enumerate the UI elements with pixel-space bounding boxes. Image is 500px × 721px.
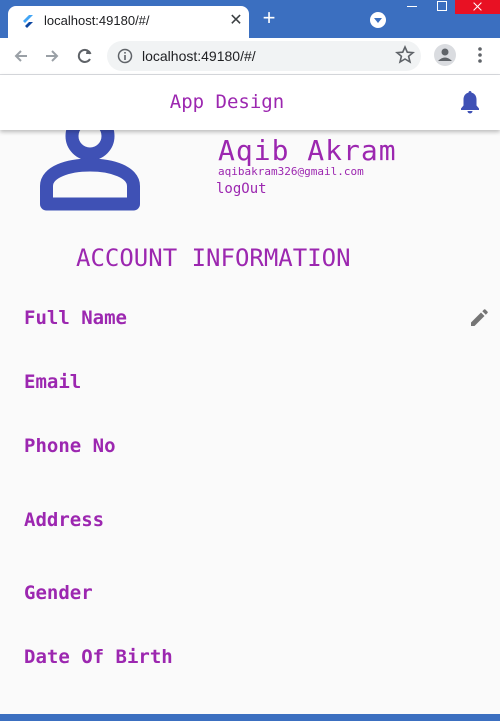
minimize-button[interactable]	[398, 0, 426, 14]
edit-icon[interactable]	[468, 307, 490, 329]
close-window-button[interactable]	[455, 0, 500, 14]
forward-icon[interactable]	[42, 46, 62, 66]
field-date-of-birth: Date Of Birth	[24, 646, 173, 668]
info-icon[interactable]	[117, 48, 133, 64]
tab-title: localhost:49180/#/	[44, 13, 150, 28]
logout-link[interactable]: logOut	[216, 181, 267, 197]
app-bar: App Design	[0, 75, 500, 130]
avatar-icon	[40, 116, 140, 211]
back-icon[interactable]	[11, 46, 31, 66]
field-email: Email	[24, 371, 82, 393]
tab-close-icon[interactable]: ✕	[227, 12, 245, 30]
new-tab-button[interactable]: +	[259, 7, 279, 29]
field-phone: Phone No	[24, 435, 116, 457]
flutter-favicon-icon	[23, 15, 33, 28]
reload-icon[interactable]	[75, 46, 95, 66]
address-bar[interactable]: localhost:49180/#/	[107, 41, 421, 71]
profile-icon[interactable]	[434, 44, 456, 66]
maximize-button[interactable]	[428, 0, 456, 14]
tab-search-icon[interactable]	[370, 12, 386, 28]
app-title: App Design	[169, 91, 285, 113]
field-address: Address	[24, 509, 105, 531]
field-full-name: Full Name	[24, 307, 127, 329]
browser-tab[interactable]: localhost:49180/#/ ✕	[8, 6, 249, 38]
kebab-menu-icon[interactable]	[470, 45, 490, 65]
browser-toolbar: localhost:49180/#/	[0, 38, 500, 75]
star-icon[interactable]	[395, 45, 415, 65]
section-title: ACCOUNT INFORMATION	[76, 244, 351, 272]
url-text: localhost:49180/#/	[142, 48, 256, 64]
user-email: aqibakram326@gmail.com	[218, 165, 364, 178]
bell-icon[interactable]	[458, 89, 482, 115]
user-name: Aqib Akram	[218, 134, 397, 167]
browser-tab-strip: localhost:49180/#/ ✕ +	[0, 0, 500, 38]
window-bottom-border	[0, 714, 500, 721]
field-gender: Gender	[24, 582, 93, 604]
